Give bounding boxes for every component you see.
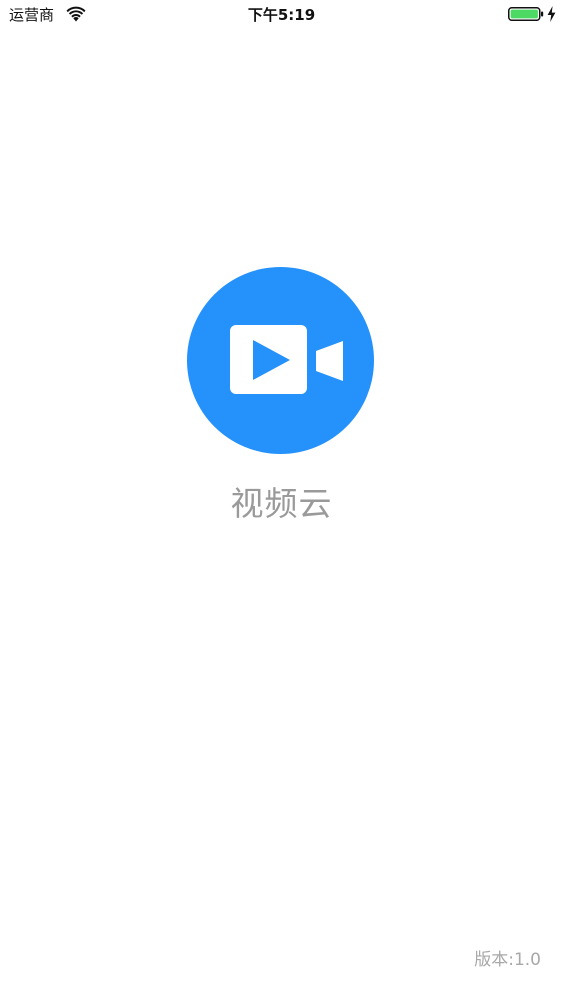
app-name: 视频云 — [230, 484, 333, 523]
battery-icon — [508, 7, 544, 21]
video-camera-play-icon — [230, 325, 343, 394]
charging-bolt-icon — [547, 6, 556, 22]
status-bar: 运营商 下午5:19 — [0, 0, 563, 30]
status-time: 下午5:19 — [247, 6, 316, 24]
version-label: 版本:1.0 — [474, 950, 541, 970]
app-logo — [187, 267, 374, 454]
